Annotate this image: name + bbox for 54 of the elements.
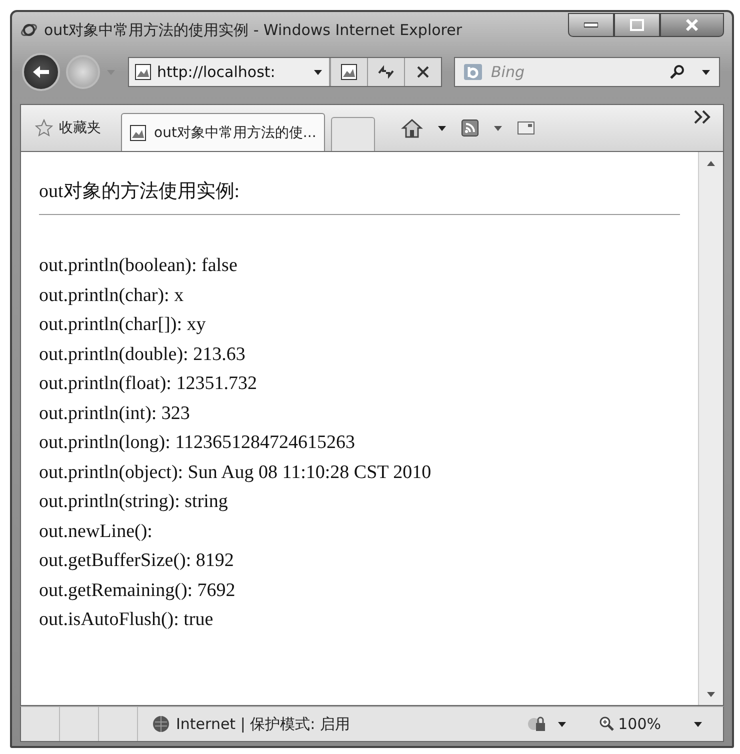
stop-icon [416, 65, 430, 79]
caret-icon[interactable] [557, 720, 568, 728]
maximize-button[interactable] [614, 13, 660, 37]
search-engine-logo-icon [464, 64, 482, 80]
close-button[interactable] [660, 13, 724, 37]
page-heading: out对象的方法使用实例: [39, 178, 680, 215]
caret-icon[interactable] [693, 720, 703, 728]
browser-logo-icon [20, 21, 38, 39]
output-line: out.getBufferSize(): 8192 [39, 549, 235, 573]
security-zone: Internet | 保护模式: 启用 [176, 714, 350, 734]
output-line: out.newLine(): [39, 520, 154, 544]
caret-icon[interactable] [437, 124, 448, 132]
page-icon [135, 64, 151, 80]
mail-icon[interactable] [517, 121, 536, 135]
caret-icon[interactable] [493, 124, 504, 132]
refresh-button[interactable] [367, 58, 404, 86]
zoom-button[interactable]: 100% [599, 715, 661, 733]
back-arrow-icon [31, 64, 51, 80]
output-line: out.isAutoFlush(): true [39, 608, 214, 632]
compatibility-button[interactable] [330, 58, 367, 86]
search-icon[interactable] [669, 64, 685, 80]
vertical-scrollbar[interactable] [698, 152, 723, 705]
output-line: out.println(long): 1123651284724615263 [39, 431, 356, 455]
output-line: out.println(char): x [39, 284, 185, 308]
scroll-up-icon[interactable] [706, 160, 716, 166]
home-icon[interactable] [401, 118, 424, 138]
browser-tab[interactable]: out对象中常用方法的使... [121, 113, 326, 151]
scroll-down-icon[interactable] [706, 691, 716, 697]
output-line: out.println(float): 12351.732 [39, 372, 258, 396]
output-line: out.println(object): Sun Aug 08 11:10:28 CST 2010 [39, 460, 432, 484]
output-line: out.println(boolean): false [39, 254, 238, 278]
lock-icon[interactable] [527, 715, 548, 733]
page-icon [130, 124, 146, 140]
output-line: out.getRemaining(): 7692 [39, 578, 236, 602]
caret-icon [313, 68, 323, 76]
output-line: out.println(char[]): xy [39, 313, 207, 337]
globe-icon [152, 715, 170, 733]
zoom-icon [599, 716, 616, 732]
output-line: out.println(int): 323 [39, 402, 191, 426]
feed-icon[interactable] [461, 119, 480, 137]
caret-icon[interactable] [701, 68, 711, 76]
back-button[interactable] [22, 53, 60, 91]
stop-button[interactable] [404, 58, 441, 86]
output-line: out.println(double): 213.63 [39, 342, 246, 366]
page-icon [341, 64, 357, 80]
refresh-icon [377, 65, 395, 79]
favorites-button[interactable]: 收藏夹 [31, 113, 115, 143]
star-icon [35, 119, 53, 137]
window-title: out对象中常用方法的使用实例 - Windows Internet Explorer [44, 20, 462, 40]
minimize-icon [584, 22, 598, 28]
maximize-icon [630, 19, 644, 31]
minimize-button[interactable] [568, 13, 614, 37]
close-icon [685, 19, 699, 31]
output-line: out.println(string): string [39, 490, 229, 514]
